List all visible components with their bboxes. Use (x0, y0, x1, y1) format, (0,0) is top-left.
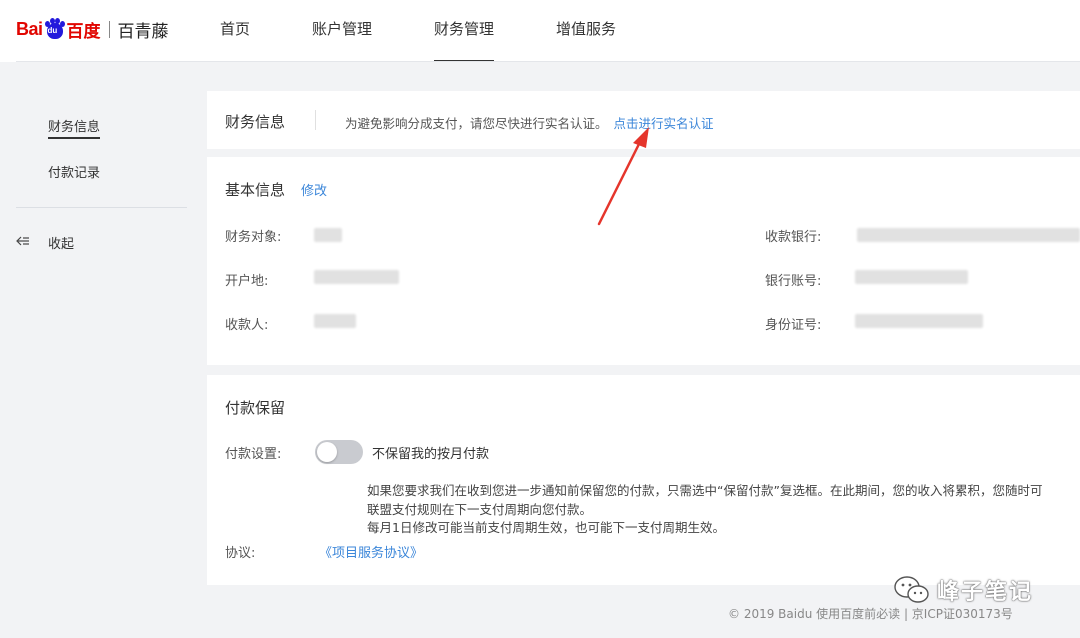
payment-hold-card: 付款保留 付款设置: 不保留我的按月付款 如果您要求我们在收到您进一步通知前保留… (207, 375, 1080, 585)
sidebar-item-payment-records[interactable]: 付款记录 (48, 162, 100, 181)
top-header: Bai du 百度 百青藤 首页 账户管理 财务管理 增值服务 (0, 0, 1080, 62)
field-label-id-number: 身份证号: (765, 318, 822, 333)
collapse-icon[interactable] (16, 234, 30, 248)
field-label-bank-account: 银行账号: (765, 274, 822, 289)
redacted-value (855, 270, 968, 284)
title-divider (315, 110, 316, 130)
hold-description-line2: 联盟支付规则在下一支付周期向您付款。 (367, 502, 593, 517)
hold-payment-toggle[interactable] (315, 440, 363, 464)
notice-text: 为避免影响分成支付，请您尽快进行实名认证。 (345, 116, 608, 131)
redacted-value (314, 228, 342, 242)
wechat-icon (894, 576, 929, 603)
service-agreement-link[interactable]: 《项目服务协议》 (319, 542, 423, 561)
redacted-value (314, 314, 356, 328)
hold-description-line1: 如果您要求我们在收到您进一步通知前保留您的付款，只需选中“保留付款”复选框。在此… (367, 483, 1043, 498)
main-nav: 首页 账户管理 财务管理 增值服务 (220, 0, 678, 62)
field-label-account-location: 开户地: (225, 274, 269, 289)
field-label-bank: 收款银行: (765, 230, 822, 245)
watermark: 峰子笔记 (893, 570, 1033, 610)
redacted-value (314, 270, 399, 284)
verification-notice: 为避免影响分成支付，请您尽快进行实名认证。 点击进行实名认证 (345, 113, 714, 132)
nav-item-finance[interactable]: 财务管理 (434, 0, 495, 62)
finance-info-title: 财务信息 (225, 113, 286, 131)
field-label-finance-object: 财务对象: (225, 230, 282, 245)
toggle-knob (317, 442, 337, 462)
product-name: 百青藤 (117, 21, 169, 42)
paw-icon: du (44, 18, 66, 40)
baidu-logo[interactable]: Bai du 百度 百青藤 (16, 16, 169, 42)
payment-setting-label: 付款设置: (225, 447, 282, 462)
agreement-label: 协议: (225, 546, 256, 561)
sidebar-item-finance-info[interactable]: 财务信息 (48, 116, 101, 139)
logo-divider (108, 20, 110, 38)
edit-link[interactable]: 修改 (301, 180, 327, 199)
finance-info-card: 财务信息 为避免影响分成支付，请您尽快进行实名认证。 点击进行实名认证 (207, 91, 1080, 149)
logo-bai-text: Bai (16, 18, 43, 39)
sidebar-divider (16, 207, 187, 208)
toggle-label: 不保留我的按月付款 (372, 447, 490, 462)
redacted-value (855, 314, 983, 328)
basic-info-card: 基本信息 修改 财务对象: 开户地: 收款人: 收款银行: 银行账号: 身份证号… (207, 157, 1080, 365)
hold-description-line3: 每月1日修改可能当前支付周期生效，也可能下一支付周期生效。 (367, 520, 725, 535)
verify-link[interactable]: 点击进行实名认证 (614, 116, 714, 131)
sidebar: 财务信息 付款记录 收起 (0, 62, 190, 638)
basic-info-title: 基本信息 (225, 181, 286, 199)
redacted-value (857, 228, 1080, 242)
watermark-text: 峰子笔记 (937, 580, 1034, 605)
logo-du-text: du (47, 26, 58, 35)
payment-hold-title: 付款保留 (225, 399, 286, 417)
sidebar-collapse-label[interactable]: 收起 (48, 233, 74, 252)
logo-baidu-cn: 百度 (66, 21, 101, 42)
nav-item-value-added[interactable]: 增值服务 (556, 0, 616, 62)
nav-item-home[interactable]: 首页 (220, 0, 250, 62)
field-label-payee: 收款人: (225, 318, 269, 333)
nav-item-account[interactable]: 账户管理 (312, 0, 372, 62)
